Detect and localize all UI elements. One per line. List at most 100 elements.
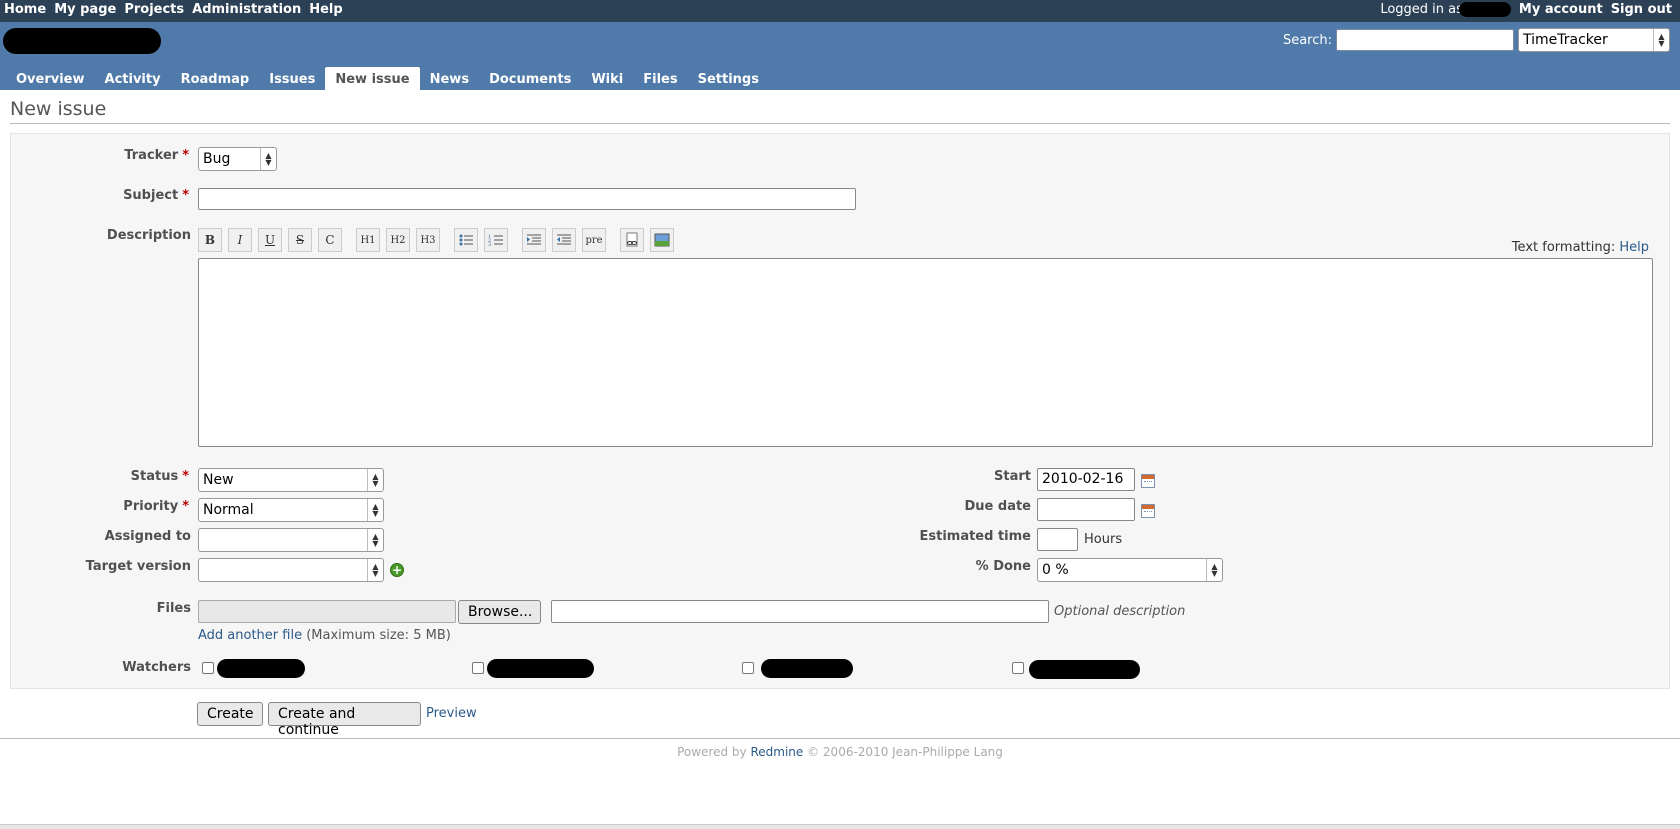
image-icon[interactable] [650,228,674,252]
tab-activity[interactable]: Activity [95,67,171,90]
main-menu: Overview Activity Roadmap Issues New iss… [6,67,769,90]
top-menu-projects[interactable]: Projects [124,2,184,17]
watcher-checkbox[interactable] [742,662,754,674]
search-input[interactable] [1336,29,1514,51]
add-version-icon[interactable]: + [390,563,404,577]
max-size-note: (Maximum size: 5 MB) [306,628,451,643]
svg-text:3: 3 [488,242,491,247]
percent-done-value: 0 % [1042,562,1069,578]
tab-issues[interactable]: Issues [259,67,325,90]
redacted-watcher-name [217,659,305,678]
percent-done-select[interactable]: 0 % ▲ ▼ [1037,558,1223,582]
select-arrows-icon: ▲ ▼ [367,529,383,551]
tab-settings[interactable]: Settings [688,67,769,90]
top-menu: Home My page Projects Administration Hel… [0,0,1680,22]
select-arrows-icon: ▲ ▼ [1653,29,1669,51]
assigned-to-label: Assigned to [104,529,191,544]
select-arrows-icon: ▲ ▼ [367,499,383,521]
indent-icon[interactable] [522,228,546,252]
strikethrough-button[interactable]: S [288,228,312,252]
create-and-continue-button[interactable]: Create and continue [268,702,421,738]
percent-done-label: % Done [975,559,1031,574]
select-arrows-icon: ▲ ▼ [367,469,383,491]
header: Search: TimeTracker ▲ ▼ Overview Activity… [0,22,1680,90]
tracker-value: Bug [203,151,231,167]
bold-button[interactable]: B [198,228,222,252]
project-jump-select[interactable]: TimeTracker ▲ ▼ [1518,28,1670,52]
select-arrows-icon: ▲ ▼ [1206,559,1222,581]
redmine-link[interactable]: Redmine [750,745,803,759]
sign-out-link[interactable]: Sign out [1611,2,1672,17]
top-menu-help[interactable]: Help [309,2,342,17]
tracker-label: Tracker * [124,148,189,163]
priority-label: Priority * [123,499,189,514]
status-select[interactable]: New ▲ ▼ [198,468,384,492]
select-arrows-icon: ▲ ▼ [367,559,383,581]
tab-new-issue[interactable]: New issue [325,67,420,90]
target-version-select[interactable]: ▲ ▼ [198,558,384,582]
start-date-label: Start [994,469,1031,484]
footer: Powered by Redmine © 2006-2010 Jean-Phil… [0,738,1680,759]
unordered-list-icon[interactable] [454,228,478,252]
subject-input[interactable] [198,188,856,210]
outdent-icon[interactable] [552,228,576,252]
help-link[interactable]: Help [1619,240,1649,255]
underline-button[interactable]: U [258,228,282,252]
tab-files[interactable]: Files [633,67,687,90]
subject-label: Subject * [123,188,189,203]
ordered-list-icon[interactable]: 123 [484,228,508,252]
hours-label: Hours [1084,532,1123,547]
due-date-input[interactable] [1037,498,1135,521]
watcher-checkbox[interactable] [202,662,214,674]
tracker-select[interactable]: Bug ▲ ▼ [198,147,277,171]
heading2-button[interactable]: H2 [386,228,410,252]
watcher-checkbox[interactable] [472,662,484,674]
description-label: Description [106,228,191,243]
create-button[interactable]: Create [197,702,263,726]
footer-copyright: © 2006-2010 Jean-Philippe Lang [807,745,1003,759]
tab-news[interactable]: News [420,67,479,90]
status-label: Status * [130,469,189,484]
target-version-label: Target version [85,559,191,574]
add-another-file-link[interactable]: Add another file [198,628,302,643]
pre-button[interactable]: pre [582,228,606,252]
priority-select[interactable]: Normal ▲ ▼ [198,498,384,522]
optional-description-hint: Optional description [1054,604,1186,619]
estimated-time-input[interactable] [1037,528,1078,551]
search-area: Search: TimeTracker ▲ ▼ [1283,28,1670,52]
description-textarea[interactable] [198,258,1653,447]
code-button[interactable]: C [318,228,342,252]
my-account-link[interactable]: My account [1519,2,1603,17]
page-title: New issue [10,98,1670,124]
preview-link[interactable]: Preview [426,706,477,721]
link-icon[interactable] [620,228,644,252]
tab-documents[interactable]: Documents [479,67,581,90]
assigned-to-select[interactable]: ▲ ▼ [198,528,384,552]
watchers-label: Watchers [122,660,191,675]
tab-roadmap[interactable]: Roadmap [171,67,260,90]
redacted-project-title [3,28,161,54]
calendar-icon[interactable] [1141,474,1155,488]
browse-button[interactable]: Browse... [458,600,541,624]
search-label: Search: [1282,32,1332,48]
project-selected-value: TimeTracker [1523,32,1608,48]
file-path-input[interactable] [198,600,456,623]
heading1-button[interactable]: H1 [356,228,380,252]
redacted-watcher-name [761,659,853,678]
tab-overview[interactable]: Overview [6,67,95,90]
due-date-label: Due date [964,499,1032,514]
tab-wiki[interactable]: Wiki [581,67,633,90]
logged-in-label: Logged in as [1380,2,1463,17]
top-menu-administration[interactable]: Administration [192,2,301,17]
redacted-watcher-name [1029,660,1140,679]
select-arrows-icon: ▲ ▼ [260,148,276,170]
italic-button[interactable]: I [228,228,252,252]
watcher-checkbox[interactable] [1012,662,1024,674]
start-date-input[interactable]: 2010-02-16 [1037,468,1135,491]
wiki-toolbar: B I U S C H1 H2 H3 123 pre [198,228,680,252]
top-menu-home[interactable]: Home [4,2,46,17]
heading3-button[interactable]: H3 [416,228,440,252]
calendar-icon[interactable] [1141,504,1155,518]
file-description-input[interactable] [551,600,1049,623]
top-menu-my-page[interactable]: My page [54,2,116,17]
